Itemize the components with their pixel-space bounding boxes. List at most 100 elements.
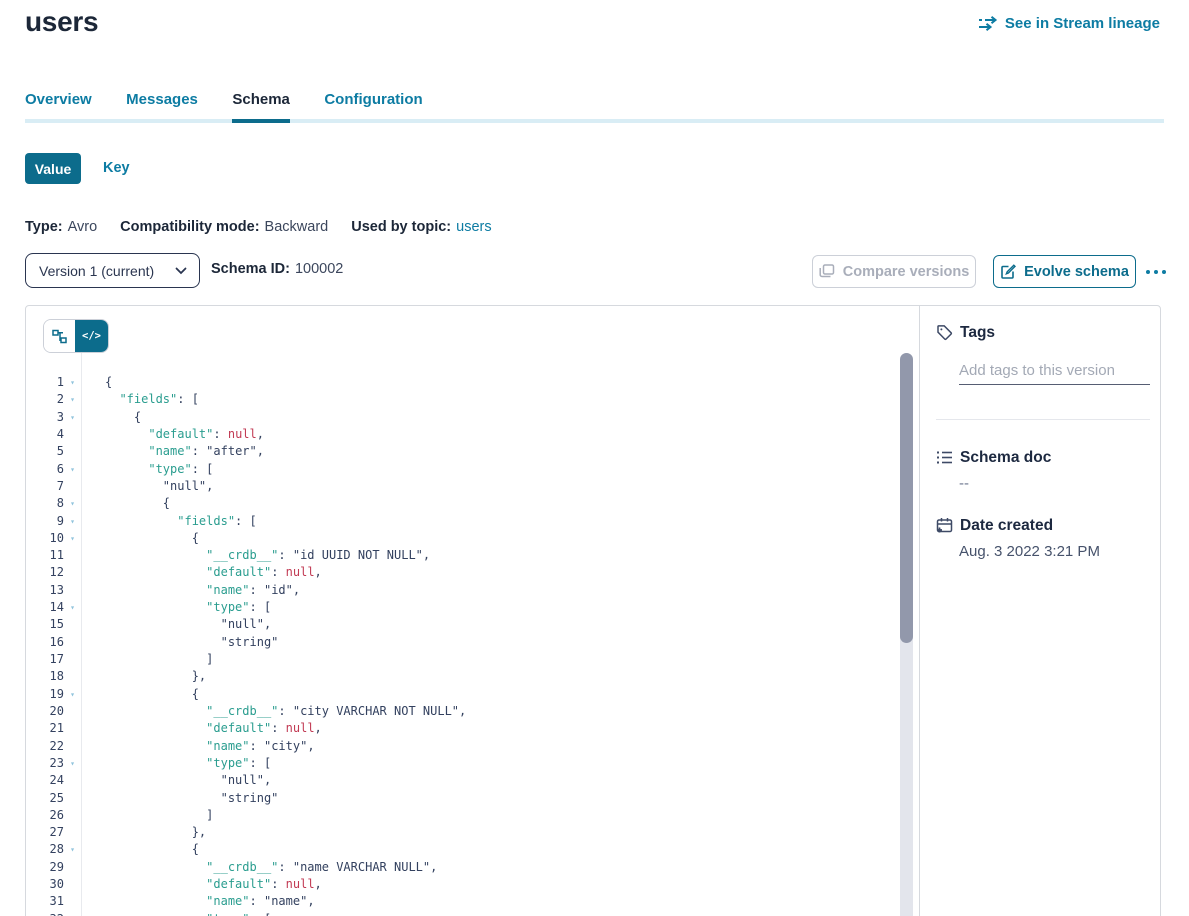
line-number: 13 bbox=[26, 582, 64, 599]
fold-toggle-icon[interactable]: ▾ bbox=[64, 495, 81, 512]
line-number: 5 bbox=[26, 443, 64, 460]
add-tags-input[interactable] bbox=[959, 356, 1150, 385]
more-options-button[interactable] bbox=[1146, 263, 1174, 281]
line-number: 2 bbox=[26, 391, 64, 408]
line-number: 25 bbox=[26, 790, 64, 807]
code-view-button[interactable]: </> bbox=[75, 320, 108, 352]
code-line: 17 ] bbox=[26, 651, 896, 668]
tab-track bbox=[25, 119, 1164, 123]
fold-spacer bbox=[64, 651, 81, 668]
gutter-divider bbox=[81, 353, 82, 916]
tree-view-icon bbox=[52, 329, 67, 344]
compare-versions-button[interactable]: Compare versions bbox=[812, 255, 976, 288]
line-number: 1 bbox=[26, 374, 64, 391]
schema-id-label: Schema ID: bbox=[211, 261, 290, 277]
code-line: 19▾ { bbox=[26, 686, 896, 703]
fold-toggle-icon[interactable]: ▾ bbox=[64, 374, 81, 391]
code-line: 6▾ "type": [ bbox=[26, 461, 896, 478]
tab-configuration[interactable]: Configuration bbox=[324, 90, 422, 110]
line-number: 20 bbox=[26, 703, 64, 720]
code-line: 18 }, bbox=[26, 668, 896, 685]
code-text: "string" bbox=[105, 790, 278, 807]
fold-spacer bbox=[64, 703, 81, 720]
code-text: { bbox=[105, 841, 199, 858]
fold-spacer bbox=[64, 738, 81, 755]
date-created-title: Date created bbox=[960, 517, 1053, 535]
key-toggle-button[interactable]: Key bbox=[103, 160, 130, 176]
version-select[interactable]: Version 1 (current) bbox=[25, 253, 200, 288]
fold-spacer bbox=[64, 426, 81, 443]
code-line: 30 "default": null, bbox=[26, 876, 896, 893]
tag-icon bbox=[936, 324, 953, 341]
code-line: 20 "__crdb__": "city VARCHAR NOT NULL", bbox=[26, 703, 896, 720]
line-number: 6 bbox=[26, 461, 64, 478]
schema-sidebar: Tags Schema doc -- bbox=[936, 306, 1150, 916]
code-line: 2▾ "fields": [ bbox=[26, 391, 896, 408]
tab-messages[interactable]: Messages bbox=[126, 90, 198, 110]
compare-versions-label: Compare versions bbox=[843, 264, 970, 280]
line-number: 15 bbox=[26, 616, 64, 633]
code-line: 31 "name": "name", bbox=[26, 893, 896, 910]
date-created-section-header: Date created bbox=[936, 517, 1053, 535]
tab-schema[interactable]: Schema bbox=[232, 90, 290, 110]
editor-scrollbar-thumb[interactable] bbox=[900, 353, 913, 643]
fold-spacer bbox=[64, 582, 81, 599]
fold-toggle-icon[interactable]: ▾ bbox=[64, 409, 81, 426]
stream-lineage-label: See in Stream lineage bbox=[1005, 15, 1160, 32]
code-line: 3▾ { bbox=[26, 409, 896, 426]
code-text: "name": "name", bbox=[105, 893, 315, 910]
calendar-plus-icon bbox=[936, 517, 953, 534]
schema-meta-row: Type: Avro Compatibility mode: Backward … bbox=[25, 219, 492, 235]
tree-view-button[interactable] bbox=[44, 320, 75, 352]
fold-spacer bbox=[64, 564, 81, 581]
code-line: 4 "default": null, bbox=[26, 426, 896, 443]
code-text: "__crdb__": "id UUID NOT NULL", bbox=[105, 547, 430, 564]
code-line: 12 "default": null, bbox=[26, 564, 896, 581]
fold-spacer bbox=[64, 859, 81, 876]
date-created-value: Aug. 3 2022 3:21 PM bbox=[959, 543, 1100, 560]
code-text: "default": null, bbox=[105, 876, 322, 893]
sidebar-divider bbox=[936, 419, 1150, 420]
schema-id-value: 100002 bbox=[295, 261, 343, 277]
fold-toggle-icon[interactable]: ▾ bbox=[64, 461, 81, 478]
fold-toggle-icon[interactable]: ▾ bbox=[64, 530, 81, 547]
code-text: { bbox=[105, 530, 199, 547]
line-number: 14 bbox=[26, 599, 64, 616]
code-line: 32▾ "type": [ bbox=[26, 911, 896, 916]
code-line: 22 "name": "city", bbox=[26, 738, 896, 755]
fold-spacer bbox=[64, 547, 81, 564]
fold-spacer bbox=[64, 668, 81, 685]
line-number: 23 bbox=[26, 755, 64, 772]
fold-toggle-icon[interactable]: ▾ bbox=[64, 599, 81, 616]
fold-spacer bbox=[64, 790, 81, 807]
evolve-schema-button[interactable]: Evolve schema bbox=[993, 255, 1136, 288]
line-number: 16 bbox=[26, 634, 64, 651]
code-line: 21 "default": null, bbox=[26, 720, 896, 737]
fold-toggle-icon[interactable]: ▾ bbox=[64, 841, 81, 858]
code-line: 26 ] bbox=[26, 807, 896, 824]
fold-toggle-icon[interactable]: ▾ bbox=[64, 513, 81, 530]
topic-link[interactable]: users bbox=[456, 219, 491, 235]
stream-lineage-link[interactable]: See in Stream lineage bbox=[978, 15, 1160, 32]
line-number: 30 bbox=[26, 876, 64, 893]
fold-toggle-icon[interactable]: ▾ bbox=[64, 911, 81, 916]
value-toggle-button[interactable]: Value bbox=[25, 153, 81, 184]
code-line: 7 "null", bbox=[26, 478, 896, 495]
fold-toggle-icon[interactable]: ▾ bbox=[64, 686, 81, 703]
code-text: "default": null, bbox=[105, 720, 322, 737]
code-text: "null", bbox=[105, 616, 271, 633]
fold-toggle-icon[interactable]: ▾ bbox=[64, 755, 81, 772]
tab-overview[interactable]: Overview bbox=[25, 90, 92, 110]
fold-toggle-icon[interactable]: ▾ bbox=[64, 391, 81, 408]
ellipsis-icon bbox=[1146, 270, 1150, 274]
code-text: "default": null, bbox=[105, 426, 264, 443]
code-line: 8▾ { bbox=[26, 495, 896, 512]
line-number: 27 bbox=[26, 824, 64, 841]
code-line: 23▾ "type": [ bbox=[26, 755, 896, 772]
tags-section-header: Tags bbox=[936, 324, 995, 342]
code-line: 16 "string" bbox=[26, 634, 896, 651]
fold-spacer bbox=[64, 772, 81, 789]
line-number: 17 bbox=[26, 651, 64, 668]
code-text: }, bbox=[105, 824, 206, 841]
code-text: "name": "after", bbox=[105, 443, 264, 460]
